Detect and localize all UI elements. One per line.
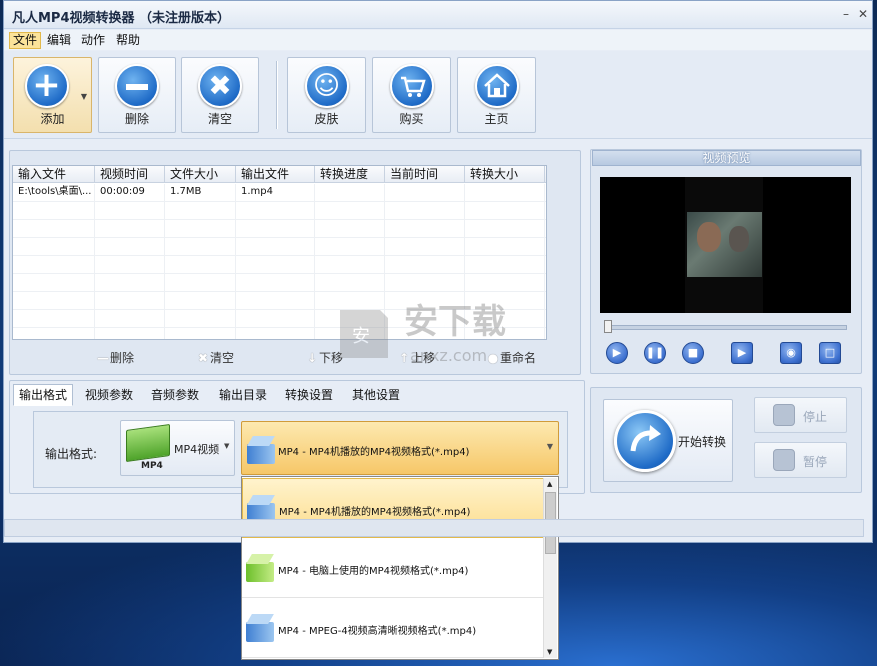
start-convert-label: 开始转换	[678, 435, 727, 449]
status-bar	[4, 519, 864, 537]
chevron-down-icon: ▼	[546, 442, 553, 451]
menu-file[interactable]: 文件	[9, 32, 42, 49]
stop-icon	[773, 404, 795, 426]
x-icon: ✖	[198, 64, 242, 108]
close-icon[interactable]: ✕	[856, 7, 870, 21]
column-header[interactable]: 转换进度	[315, 166, 385, 183]
plus-icon: +	[24, 64, 69, 108]
clear-button[interactable]: ✖ 清空	[181, 57, 259, 133]
delete-label: 删除	[124, 112, 149, 126]
toolbar: + ▼ 添加 删除 ✖ 清空 ☺ 皮肤 购买 主页	[4, 51, 872, 139]
tab-output-dir[interactable]: 输出目录	[214, 384, 272, 406]
skin-button[interactable]: ☺ 皮肤	[287, 57, 366, 133]
tab-audio-params[interactable]: 音频参数	[146, 384, 204, 406]
column-header[interactable]: 当前时间	[385, 166, 465, 183]
menu-action[interactable]: 动作	[78, 32, 108, 49]
format-dropdown[interactable]: MP4 - MP4机播放的MP4视频格式(*.mp4) ▼	[241, 421, 559, 475]
arrow-up-icon: ↑	[398, 351, 410, 365]
pause-button[interactable]: 暂停	[754, 442, 847, 478]
chevron-down-icon[interactable]: ▼	[81, 92, 87, 101]
home-button[interactable]: 主页	[457, 57, 536, 133]
chevron-down-icon: ▼	[224, 442, 230, 450]
home-label: 主页	[484, 112, 509, 126]
mp4-icon	[126, 423, 170, 463]
column-header[interactable]: 输出文件	[236, 166, 315, 183]
add-button[interactable]: + ▼ 添加	[13, 57, 92, 133]
seek-handle[interactable]	[604, 320, 612, 333]
cube-blue-icon	[246, 614, 274, 642]
minus-icon: —	[97, 351, 109, 365]
play-icon[interactable]: ▶	[606, 342, 628, 364]
preview-title: 视频预览	[592, 150, 861, 166]
rename-icon: ●	[487, 351, 499, 365]
column-header[interactable]: 输入文件	[13, 166, 95, 183]
buy-button[interactable]: 购买	[372, 57, 451, 133]
start-convert-button[interactable]: 开始转换	[603, 399, 733, 482]
column-header[interactable]: 转换大小	[465, 166, 545, 183]
list-item[interactable]: MP4 - MPEG-4视频高清晰视频格式(*.mp4)	[242, 598, 544, 658]
pause-icon[interactable]: ❚❚	[644, 342, 666, 364]
minimize-icon[interactable]: –	[839, 7, 853, 21]
format-type-label: MP4视频	[174, 443, 220, 456]
cube-blue-icon	[247, 436, 275, 464]
rename-button[interactable]: ● 重命名	[486, 350, 536, 366]
buy-label: 购买	[399, 112, 424, 126]
clear-label: 清空	[207, 112, 232, 126]
list-clear-button[interactable]: ✖ 清空	[196, 350, 234, 366]
column-header[interactable]: 视频时间	[95, 166, 165, 183]
add-label: 添加	[40, 112, 65, 126]
column-header[interactable]: 文件大小	[165, 166, 236, 183]
tab-convert-settings[interactable]: 转换设置	[280, 384, 338, 406]
scroll-up-icon[interactable]: ▲	[547, 480, 552, 488]
cell-input: E:\tools\桌面\...	[18, 186, 92, 197]
menu-edit[interactable]: 编辑	[44, 32, 74, 49]
smiley-icon: ☺	[304, 64, 349, 108]
snapshot-icon[interactable]: ◉	[780, 342, 802, 364]
video-thumbnail	[687, 212, 762, 277]
seek-slider[interactable]	[604, 325, 847, 330]
move-down-button[interactable]: ↓ 下移	[305, 350, 343, 366]
menu-bar: 文件 编辑 动作 帮助	[4, 30, 872, 50]
format-selected-text: MP4 - MP4机播放的MP4视频格式(*.mp4)	[278, 447, 470, 458]
list-delete-button[interactable]: —删除	[96, 350, 134, 366]
skin-label: 皮肤	[314, 112, 339, 126]
toolbar-divider	[276, 61, 278, 129]
title-bar: 凡人MP4视频转换器 （未注册版本） – ✕	[4, 1, 872, 29]
cell-size: 1.7MB	[170, 186, 202, 197]
arrow-down-icon: ↓	[306, 351, 318, 365]
tab-other-settings[interactable]: 其他设置	[347, 384, 405, 406]
output-format-label: 输出格式:	[45, 447, 98, 461]
convert-arrow-icon	[614, 410, 676, 472]
minus-icon	[115, 64, 159, 108]
video-screen	[600, 177, 851, 313]
delete-button[interactable]: 删除	[98, 57, 176, 133]
dropdown-scrollbar[interactable]: ▲ ▼	[543, 478, 557, 658]
house-icon	[474, 64, 519, 108]
format-type-selector[interactable]: MP4 MP4视频 ▼	[120, 420, 235, 476]
cart-icon	[389, 64, 434, 108]
tab-video-params[interactable]: 视频参数	[80, 384, 138, 406]
format-dropdown-list[interactable]: MP4 - MP4机播放的MP4视频格式(*.mp4) MP4 - 电脑上使用的…	[241, 476, 559, 660]
cell-output: 1.mp4	[241, 186, 273, 197]
window-title: 凡人MP4视频转换器 （未注册版本）	[12, 11, 231, 26]
x-icon: ✖	[197, 351, 209, 365]
cube-green-icon	[246, 554, 274, 582]
stop-icon[interactable]: ■	[682, 342, 704, 364]
folder-icon[interactable]: □	[819, 342, 841, 364]
stop-button[interactable]: 停止	[754, 397, 847, 433]
list-item[interactable]: MP4 - 电脑上使用的MP4视频格式(*.mp4)	[242, 538, 544, 598]
menu-help[interactable]: 帮助	[113, 32, 143, 49]
pause-icon	[773, 449, 795, 471]
move-up-button[interactable]: ↑ 上移	[397, 350, 435, 366]
cell-duration: 00:00:09	[100, 186, 145, 197]
format-caption: MP4	[141, 461, 163, 471]
scroll-down-icon[interactable]: ▼	[547, 648, 552, 656]
table-header: 输入文件 视频时间 文件大小 输出文件 转换进度 当前时间 转换大小	[13, 166, 546, 183]
file-table[interactable]: 输入文件 视频时间 文件大小 输出文件 转换进度 当前时间 转换大小 E:\to…	[12, 165, 547, 340]
tab-output-format[interactable]: 输出格式	[13, 384, 74, 406]
volume-icon[interactable]: ▶	[731, 342, 753, 364]
